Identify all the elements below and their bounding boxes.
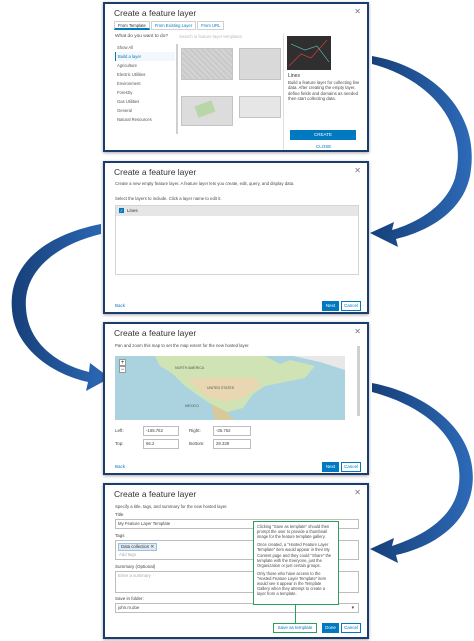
lines-preview-image <box>287 36 331 70</box>
left-input[interactable]: -165.762 <box>143 426 179 436</box>
close-icon[interactable]: ✕ <box>354 166 361 175</box>
top-input[interactable]: 66.2 <box>143 439 179 449</box>
template-thumb-polygons[interactable] <box>181 96 233 126</box>
dialog-description: Create a new empty feature layer. A feat… <box>115 181 295 186</box>
map-label-north-america: NORTH AMERICA <box>175 366 205 370</box>
detail-title: Lines <box>288 73 300 79</box>
dialog-title: Create a feature layer <box>114 167 197 177</box>
dialog-title: Create a feature layer <box>114 489 197 499</box>
layer-list: ✓ Lines <box>115 205 359 275</box>
arrow-right-2 <box>370 383 473 563</box>
close-icon[interactable]: ✕ <box>354 327 361 336</box>
callout-paragraph-1: Clicking "Save as template" should then … <box>257 524 330 540</box>
save-as-template-button[interactable]: Save as template <box>273 623 317 633</box>
zoom-out-button[interactable]: − <box>119 366 126 373</box>
done-button[interactable]: Done <box>322 623 339 633</box>
left-label: Left: <box>115 428 124 433</box>
category-general[interactable]: General <box>115 106 175 115</box>
tag-chip-label: Data collection <box>121 544 150 549</box>
summary-label: Summary (Optional) <box>115 564 156 569</box>
dialog-description: Pan and zoom this map to set the map ext… <box>115 343 250 348</box>
cancel-button[interactable]: Cancel <box>341 462 361 472</box>
layer-name-link[interactable]: Lines <box>127 208 138 213</box>
remove-tag-icon[interactable]: ✕ <box>150 544 154 549</box>
category-show-all[interactable]: Show All <box>115 43 175 52</box>
layer-checkbox[interactable]: ✓ <box>119 208 124 213</box>
arrow-left-1 <box>11 224 110 391</box>
category-list: Show All Build a layer Agriculture Elect… <box>115 43 175 124</box>
next-button[interactable]: Next <box>322 462 339 472</box>
callout-paragraph-2: Once created, a "Hosted Feature Layer Te… <box>257 542 332 568</box>
layer-row: ✓ Lines <box>116 206 358 216</box>
polygon-shape <box>194 100 216 118</box>
top-label: Top: <box>115 441 124 446</box>
map-label-us: UNITED STATES <box>207 386 235 390</box>
right-label: Right: <box>189 428 201 433</box>
tags-placeholder: Add tags <box>119 552 136 557</box>
category-build-a-layer[interactable]: Build a layer <box>115 52 175 61</box>
category-forestry[interactable]: Forestry <box>115 88 175 97</box>
map-label-mexico: MEXICO <box>185 404 199 408</box>
arrow-right-1 <box>370 56 472 247</box>
cancel-button[interactable]: Cancel <box>341 301 361 311</box>
title-label: Title <box>115 512 124 517</box>
template-thumb-table[interactable] <box>239 96 281 118</box>
back-button[interactable]: Back <box>115 303 125 308</box>
chevron-down-icon: ▼ <box>350 605 355 610</box>
select-layers-instruction: Select the layers to include. Click a la… <box>115 196 222 201</box>
back-button[interactable]: Back <box>115 464 125 469</box>
folder-select-value: john.m.doe <box>118 605 140 610</box>
dialog-description: Specify a title, tags, and summary for t… <box>115 504 228 509</box>
create-layer-dialog-extent: Create a feature layer ✕ Pan and zoom th… <box>103 322 369 475</box>
close-button[interactable]: CLOSE <box>316 144 331 149</box>
callout-paragraph-3: Only those who have access to the "Hoste… <box>257 570 327 597</box>
zoom-in-button[interactable]: + <box>119 359 126 366</box>
template-search-input[interactable]: Search in feature layer templates <box>179 34 279 39</box>
category-gas-utilities[interactable]: Gas Utilities <box>115 97 175 106</box>
detail-description: Build a feature layer for collecting lin… <box>288 80 360 102</box>
close-icon[interactable]: ✕ <box>354 7 361 16</box>
dialog-scrollbar[interactable] <box>357 346 360 416</box>
close-icon[interactable]: ✕ <box>354 488 361 497</box>
category-environment[interactable]: Environment <box>115 79 175 88</box>
create-layer-dialog-layers: Create a feature layer ✕ Create a new em… <box>103 161 369 314</box>
template-detail-pane: Lines Build a feature layer for collecti… <box>283 34 367 150</box>
tag-chip[interactable]: Data collection ✕ <box>118 543 157 551</box>
extent-map[interactable]: NORTH AMERICA UNITED STATES MEXICO + − <box>115 356 345 420</box>
bottom-input[interactable]: 28.339 <box>213 439 251 449</box>
lines-preview-svg <box>288 39 330 67</box>
callout-pointer-line <box>295 603 296 623</box>
tags-label: Tags <box>115 533 125 538</box>
annotation-callout: Clicking "Save as template" should then … <box>253 521 339 605</box>
create-layer-dialog-template: Create a feature layer ✕ From Template F… <box>103 2 369 152</box>
create-button[interactable]: CREATE <box>290 130 356 140</box>
template-thumb-lines[interactable] <box>239 48 281 80</box>
bottom-label: Bottom: <box>189 441 205 446</box>
category-natural-resources[interactable]: Natural Resources <box>115 115 175 124</box>
create-layer-dialog-details: Create a feature layer ✕ Specify a title… <box>103 483 369 639</box>
tab-from-url[interactable]: From URL <box>197 21 225 30</box>
list-scrollbar[interactable] <box>176 44 178 134</box>
dialog-title: Create a feature layer <box>114 8 197 18</box>
next-button[interactable]: Next <box>322 301 339 311</box>
template-thumb-points[interactable] <box>181 48 233 80</box>
source-tabs: From Template From Existing Layer From U… <box>114 21 225 30</box>
right-input[interactable]: -35.762 <box>213 426 251 436</box>
category-agriculture[interactable]: Agriculture <box>115 61 175 70</box>
dialog-title: Create a feature layer <box>114 328 197 338</box>
tab-from-template[interactable]: From Template <box>114 21 150 30</box>
tab-from-existing-layer[interactable]: From Existing Layer <box>150 21 197 30</box>
question-label: What do you want to do? <box>115 34 169 39</box>
folder-label: Save in folder: <box>115 596 144 601</box>
cancel-button[interactable]: Cancel <box>341 623 361 633</box>
category-electric-utilities[interactable]: Electric Utilities <box>115 70 175 79</box>
